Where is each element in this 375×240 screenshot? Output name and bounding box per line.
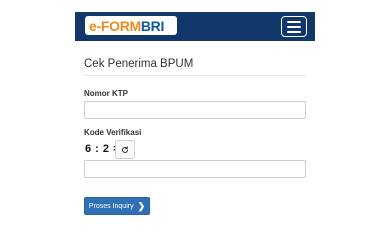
eformbri-logo[interactable]: e-FORM BRI	[85, 16, 177, 35]
ktp-input[interactable]	[84, 101, 306, 119]
logo-suffix: BRI	[140, 17, 165, 34]
page-title: Cek Penerima BPUM	[84, 58, 194, 70]
refresh-icon	[122, 145, 128, 153]
chevron-right-icon: ❯	[137, 200, 146, 211]
hamburger-icon-line	[287, 30, 301, 33]
ktp-label: Nomor KTP	[84, 89, 128, 98]
hamburger-menu-button[interactable]	[281, 16, 307, 37]
title-divider	[84, 75, 306, 76]
verification-label: Kode Verifikasi	[84, 128, 142, 137]
logo-prefix: e-FORM	[89, 17, 141, 34]
submit-label: Proses Inquiry	[88, 202, 134, 210]
refresh-captcha-button[interactable]	[115, 140, 135, 159]
verification-input[interactable]	[84, 160, 306, 178]
hamburger-icon	[287, 20, 301, 23]
top-navbar: e-FORM BRI	[75, 12, 315, 41]
proses-inquiry-button[interactable]: Proses Inquiry ❯	[84, 197, 150, 215]
hamburger-icon-line	[287, 25, 301, 28]
